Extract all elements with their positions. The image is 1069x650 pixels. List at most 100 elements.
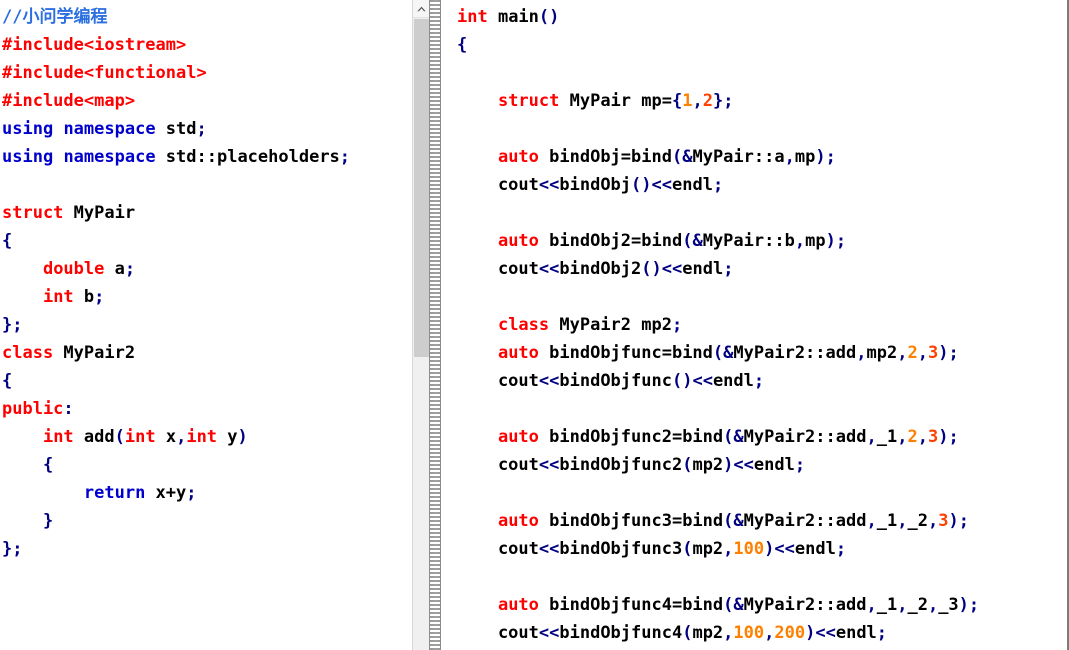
code-token: ( [114, 427, 125, 447]
code-token: & [692, 231, 703, 251]
code-token: class [2, 343, 54, 363]
code-token: ( [682, 231, 693, 251]
code-token: std [155, 119, 197, 139]
code-token: MyPair mp= [559, 91, 672, 111]
code-token: mp2 [692, 455, 724, 475]
code-token: ) [815, 147, 826, 167]
code-token: ; [196, 119, 207, 139]
code-token: ) [825, 231, 836, 251]
code-token: ; [186, 483, 197, 503]
code-line: //小问学编程 [2, 3, 412, 31]
code-token: ; [723, 259, 734, 279]
code-token: int [186, 427, 218, 447]
code-token: mp2 [692, 623, 724, 643]
code-token: & [682, 147, 693, 167]
code-line: cout<<bindObjfunc3(mp2,100)<<endl; [457, 535, 1067, 563]
code-token: ; [94, 287, 105, 307]
code-token: } [42, 511, 54, 531]
scrollbar-track[interactable] [414, 357, 429, 650]
code-token: , [176, 427, 187, 447]
code-token: _2 [907, 595, 928, 615]
code-line: auto bindObj2=bind(&MyPair::b,mp); [457, 227, 1067, 255]
code-token: x [155, 427, 177, 447]
code-token: << [692, 371, 713, 391]
code-token: 2 [907, 427, 918, 447]
code-token: << [538, 623, 560, 643]
code-token: { [671, 91, 683, 111]
code-token: ( [682, 623, 693, 643]
pane-splitter[interactable] [429, 0, 441, 650]
code-token: bindObj2=bind [538, 231, 683, 251]
code-token: , [897, 595, 908, 615]
code-token: endl [712, 371, 754, 391]
code-token: ( [682, 455, 693, 475]
code-token: MyPair [63, 203, 136, 223]
code-token: auto [497, 511, 539, 531]
code-token: bindObjfunc=bind [538, 343, 713, 363]
code-token: auto [497, 427, 539, 447]
right-code-text[interactable]: int main(){ struct MyPair mp={1,2}; auto… [441, 0, 1067, 650]
code-line: #include<functional> [2, 59, 412, 87]
code-token: _3 [938, 595, 959, 615]
code-token: bindObjfunc [559, 371, 672, 391]
left-pane-vertical-scrollbar[interactable] [412, 0, 429, 650]
left-code-pane[interactable]: //小问学编程 #include<iostream> #include<functi… [0, 0, 412, 650]
code-line: { [457, 31, 1067, 59]
code-token: endl [835, 623, 877, 643]
code-token: bindObj2 [559, 259, 642, 279]
code-token: & [723, 343, 734, 363]
code-token: () [538, 7, 560, 27]
code-line: public: [2, 395, 412, 423]
code-token: ; [753, 371, 765, 391]
code-token: bindObjfunc3=bind [538, 511, 724, 531]
code-line: cout<<bindObjfunc4(mp2,100,200)<<endl; [457, 619, 1067, 647]
right-code-pane[interactable]: int main(){ struct MyPair mp={1,2}; auto… [441, 0, 1067, 650]
code-token: struct [497, 91, 560, 111]
code-token: int [124, 427, 156, 447]
code-line: #include<iostream> [2, 31, 412, 59]
code-token: { [2, 371, 13, 391]
code-token: ( [723, 511, 734, 531]
code-token: _1 [876, 595, 898, 615]
code-token: _1 [876, 427, 898, 447]
code-token: ; [12, 315, 23, 335]
code-token: endl [794, 539, 836, 559]
scroll-up-button[interactable] [413, 0, 429, 18]
scrollbar-thumb[interactable] [414, 19, 429, 357]
code-line: { [2, 227, 412, 255]
code-token: endl [682, 259, 724, 279]
left-code-text[interactable]: //小问学编程 #include<iostream> #include<functi… [0, 0, 412, 563]
code-token: , [866, 511, 877, 531]
code-line: }; [2, 311, 412, 339]
code-token: << [538, 455, 560, 475]
code-line: int add(int x,int y) [2, 423, 412, 451]
code-token: #include<map> [2, 91, 136, 111]
code-token: ( [723, 595, 734, 615]
code-line: { [2, 367, 412, 395]
code-line: cout<<bindObj()<<endl; [457, 171, 1067, 199]
code-token: MyPair2 [53, 343, 136, 363]
code-token: , [794, 231, 806, 251]
code-token: struct [2, 203, 64, 223]
code-token: add [73, 427, 115, 447]
code-token: bindObjfunc2=bind [538, 427, 724, 447]
code-token: ( [682, 539, 693, 559]
code-token: x+y [145, 483, 187, 503]
code-token: int [42, 427, 74, 447]
code-token: ( [712, 343, 724, 363]
code-token: namespace [63, 119, 156, 139]
code-token: 2 [702, 91, 713, 111]
code-token: () [671, 371, 693, 391]
code-token: ; [12, 539, 23, 559]
code-token: #include<iostream> [2, 35, 187, 55]
code-token: } [2, 315, 13, 335]
editor-window: //小问学编程 #include<iostream> #include<functi… [0, 0, 1069, 650]
code-line: auto bindObjfunc2=bind(&MyPair2::add,_1,… [457, 423, 1067, 451]
